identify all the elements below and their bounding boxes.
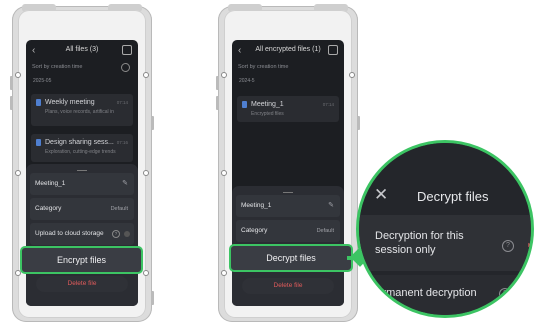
item-time: 07:14 [116,100,128,105]
chevron-right-icon: ► [527,242,534,249]
delete-file-button[interactable]: Delete file [242,278,334,294]
category-label: Category [35,205,62,212]
item-time: 07:14 [322,102,334,107]
decrypt-options-callout: ✕ Decrypt files Decryption for this sess… [356,140,534,318]
header-bar: ‹ All encrypted files (1) [232,40,344,62]
decrypt-permanent-option[interactable]: Permanent decryption ? [359,275,531,315]
checkbox-icon[interactable] [122,45,132,55]
sort-bar[interactable]: Sort by creation time [32,63,132,74]
category-row[interactable]: Category Default [236,220,340,242]
question-circle-icon[interactable]: ? [112,230,120,238]
pencil-icon[interactable]: ✎ [328,201,334,209]
document-icon [36,99,41,106]
file-name: Meeting_1 [241,202,272,209]
callout-title: Decrypt files [417,189,489,204]
question-circle-icon[interactable]: ? [502,240,514,252]
item-title: Design sharing sess... [45,139,114,146]
file-name: Meeting_1 [35,180,66,187]
item-subtitle: Plans, voice records, artifical in [45,109,114,115]
item-time: 07:16 [116,140,128,145]
action-sheet: Meeting_1 ✎ Category Default Upload to c… [26,164,138,306]
list-item[interactable]: Weekly meeting 07:14 Plans, voice record… [31,94,133,126]
category-label: Category [241,227,268,234]
option-label: Decryption for this session only [375,230,464,256]
document-icon [36,139,41,146]
date-header: 2024-5 [239,78,255,84]
checkbox-icon[interactable] [328,45,338,55]
sheet-handle[interactable] [77,167,87,171]
sort-label[interactable]: Sort by creation time [238,64,288,70]
upload-label: Upload to cloud storage [35,230,104,237]
close-icon[interactable]: ✕ [374,185,388,205]
category-row[interactable]: Category Default [30,198,134,220]
delete-file-button[interactable]: Delete file [36,276,128,292]
encrypt-files-button[interactable]: Encrypt files [20,246,143,274]
question-circle-icon[interactable]: ? [499,288,511,300]
document-icon [242,101,247,108]
date-header: 2025-05 [33,78,52,84]
decrypt-session-option[interactable]: Decryption for this session only ? ► [359,215,534,271]
header-bar: ‹ All files (3) [26,40,138,62]
sheet-handle[interactable] [283,189,293,193]
category-value: Default [110,206,128,212]
item-title: Meeting_1 [251,101,284,108]
search-icon[interactable] [121,63,130,72]
list-item[interactable]: Meeting_1 07:14 Encrypted files [237,96,339,122]
decrypt-files-button[interactable]: Decrypt files [229,244,353,272]
file-name-row[interactable]: Meeting_1 ✎ [236,195,340,217]
sort-label[interactable]: Sort by creation time [32,64,82,70]
sort-bar[interactable]: Sort by creation time [238,64,338,74]
item-subtitle: Exploration, cutting-edge trends [45,149,116,155]
upload-toggle[interactable] [124,231,130,237]
pencil-icon[interactable]: ✎ [122,179,128,187]
item-title: Weekly meeting [45,99,95,106]
list-item[interactable]: Design sharing sess... 07:16 Exploration… [31,134,133,162]
upload-row[interactable]: Upload to cloud storage ? [30,223,134,245]
category-value: Default [316,228,334,234]
option-label: Permanent decryption [369,287,477,299]
item-subtitle: Encrypted files [251,111,284,117]
file-name-row[interactable]: Meeting_1 ✎ [30,173,134,195]
